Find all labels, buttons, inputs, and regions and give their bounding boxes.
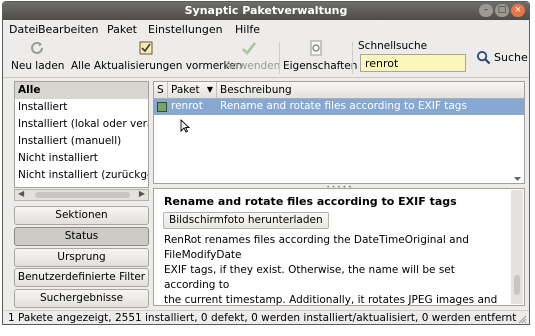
close-button[interactable]: × xyxy=(511,4,525,17)
scrollbar-thumb[interactable] xyxy=(35,192,130,198)
description-title: Rename and rotate files according to EXI… xyxy=(164,195,457,208)
status-bar: 1 Pakete angezeigt, 2551 installiert, 0 … xyxy=(3,310,529,324)
mark-all-label: Alle Aktualisierungen vormerken xyxy=(71,60,243,72)
search-label: Suche xyxy=(494,51,528,64)
reload-label: Neu laden xyxy=(11,60,65,72)
category-list: Alle Installiert Installiert (lokal oder… xyxy=(14,81,149,188)
filter-search-results-button[interactable]: Suchergebnisse xyxy=(14,289,149,308)
category-horizontal-scrollbar[interactable]: ◀ ▶ xyxy=(14,189,149,201)
description-vertical-scrollbar[interactable] xyxy=(511,190,523,304)
mark-upgrades-icon xyxy=(139,41,153,55)
menu-hilfe[interactable]: Hilfe xyxy=(235,23,260,36)
toolbar: Neu laden Alle Aktualisierungen vormerke… xyxy=(3,38,529,78)
package-table: S Paket ▼ Beschreibung renrot Rename and… xyxy=(153,81,525,184)
category-installed-local[interactable]: Installiert (lokal oder veraltet) xyxy=(15,116,148,133)
scroll-right-icon[interactable]: ▶ xyxy=(139,189,145,198)
table-row[interactable]: renrot Rename and rotate files according… xyxy=(154,99,524,115)
mark-all-upgrades-button[interactable]: Alle Aktualisierungen vormerken xyxy=(71,40,243,72)
apply-label: Anwenden xyxy=(225,60,281,72)
status-text: 1 Pakete angezeigt, 2551 installiert, 0 … xyxy=(8,312,517,324)
reload-button[interactable]: Neu laden xyxy=(11,40,65,72)
filter-origin-button[interactable]: Ursprung xyxy=(14,248,149,267)
apply-button[interactable]: Anwenden xyxy=(225,40,281,72)
menu-bearbeiten[interactable]: Bearbeiten xyxy=(38,23,98,36)
search-icon xyxy=(476,50,491,65)
reload-icon xyxy=(31,41,43,54)
menu-datei[interactable]: Datei xyxy=(9,23,38,36)
category-all[interactable]: Alle xyxy=(15,82,148,99)
category-installed[interactable]: Installiert xyxy=(15,99,148,116)
description-text: RenRot renames files according the DateT… xyxy=(164,234,498,306)
table-scroll-down-icon[interactable] xyxy=(510,174,525,184)
category-not-installed-residual[interactable]: Nicht installiert (zurückgeblieben) xyxy=(15,167,148,184)
quicksearch-input[interactable] xyxy=(360,54,466,72)
filter-sections-button[interactable]: Sektionen xyxy=(14,206,149,225)
mouse-cursor-icon xyxy=(180,119,190,133)
package-status-checkbox[interactable] xyxy=(157,102,167,112)
toolbar-separator xyxy=(279,42,280,74)
synaptic-window: Synaptic Paketverwaltung – □ × Datei Bea… xyxy=(2,1,530,325)
menu-einstellungen[interactable]: Einstellungen xyxy=(148,23,223,36)
package-description: Rename and rotate files according to EXI… xyxy=(220,100,467,112)
title-bar[interactable]: Synaptic Paketverwaltung – □ × xyxy=(3,2,529,20)
category-not-installed[interactable]: Nicht installiert xyxy=(15,150,148,167)
toolbar-separator xyxy=(352,42,353,74)
column-header-package[interactable]: Paket ▼ xyxy=(168,82,217,99)
window-title: Synaptic Paketverwaltung xyxy=(184,4,348,17)
maximize-button[interactable]: □ xyxy=(495,4,509,17)
resize-grip-icon[interactable] xyxy=(517,314,527,324)
sort-down-icon: ▼ xyxy=(206,85,213,94)
download-screenshot-button[interactable]: Bildschirmfoto herunterladen xyxy=(163,212,329,229)
filter-status-button[interactable]: Status xyxy=(14,227,149,246)
quicksearch-label: Schnellsuche xyxy=(358,40,428,52)
scroll-left-icon[interactable]: ◀ xyxy=(18,189,24,198)
column-header-status[interactable]: S xyxy=(154,82,168,99)
category-installed-manual[interactable]: Installiert (manuell) xyxy=(15,133,148,150)
package-name: renrot xyxy=(171,100,203,112)
column-header-package-label: Paket xyxy=(171,84,200,96)
column-header-description[interactable]: Beschreibung xyxy=(217,82,524,99)
description-pane: Rename and rotate files according to EXI… xyxy=(153,188,525,306)
scrollbar-thumb[interactable] xyxy=(514,275,520,295)
properties-label: Eigenschaften xyxy=(283,60,358,72)
minimize-button[interactable]: – xyxy=(479,4,493,17)
menu-bar: Datei Bearbeiten Paket Einstellungen Hil… xyxy=(3,20,529,38)
properties-button[interactable]: Eigenschaften xyxy=(283,40,358,72)
filter-custom-button[interactable]: Benutzerdefinierte Filter xyxy=(14,268,149,287)
checkmark-icon xyxy=(242,42,257,55)
properties-icon xyxy=(310,40,322,56)
menu-paket[interactable]: Paket xyxy=(107,23,137,36)
